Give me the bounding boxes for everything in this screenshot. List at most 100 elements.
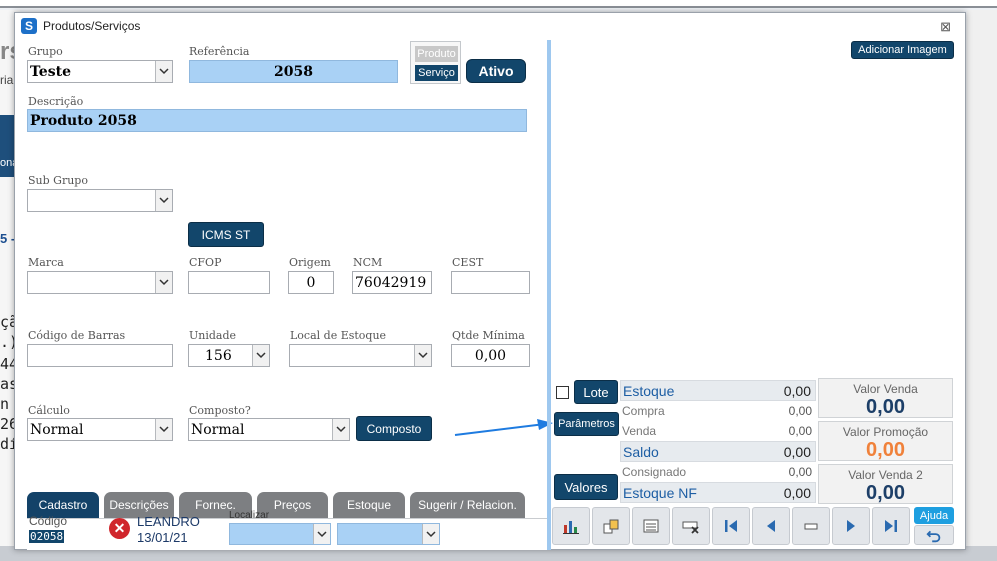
valor-promocao-box: Valor Promoção 0,00 — [818, 421, 953, 461]
valor-venda-label: Valor Venda — [853, 382, 918, 396]
lote-checkbox[interactable] — [556, 386, 569, 399]
codigo-value: 02058 — [29, 530, 65, 543]
cfop-label: CFOP — [189, 256, 222, 269]
stat-value: 0,00 — [788, 404, 812, 418]
descricao-field[interactable]: Produto 2058 — [27, 109, 527, 132]
stat-value: 0,00 — [783, 443, 811, 460]
tab-estoque[interactable]: Estoque — [333, 492, 405, 518]
produtos-servicos-window: S Produtos/Serviços ⊠ Grupo Teste Referê… — [14, 12, 966, 550]
qtde-minima-field[interactable]: 0,00 — [451, 344, 530, 367]
ativo-status-button[interactable]: Ativo — [466, 59, 526, 83]
local-estoque-select[interactable] — [289, 344, 432, 367]
undo-icon[interactable] — [914, 525, 954, 545]
next-record-icon[interactable] — [832, 507, 870, 545]
sub-grupo-select[interactable] — [27, 189, 173, 212]
localizar-value-select[interactable] — [337, 523, 440, 545]
app-logo-icon: S — [21, 18, 37, 34]
produto-option[interactable]: Produto — [415, 46, 458, 62]
error-icon: ✕ — [109, 518, 130, 539]
marca-select[interactable] — [27, 271, 173, 294]
qtde-minima-label: Qtde Mínima — [452, 329, 525, 342]
valor-promocao-value: 0,00 — [866, 439, 905, 461]
bar-chart-icon[interactable] — [552, 507, 590, 545]
stop-record-icon[interactable] — [792, 507, 830, 545]
composto-select[interactable]: Normal — [188, 418, 350, 441]
chevron-down-icon[interactable] — [414, 345, 431, 366]
sub-grupo-label: Sub Grupo — [28, 174, 88, 187]
chevron-down-icon[interactable] — [155, 419, 172, 440]
qtde-minima-value: 0,00 — [474, 347, 507, 364]
unidade-label: Unidade — [189, 329, 237, 342]
user-name: LEANDRO — [137, 514, 200, 529]
codigo-barras-label: Código de Barras — [28, 329, 126, 342]
chevron-down-icon[interactable] — [313, 524, 330, 544]
title-bar[interactable]: S Produtos/Serviços ⊠ — [15, 13, 965, 39]
chevron-down-icon[interactable] — [155, 272, 172, 293]
marca-label: Marca — [28, 256, 64, 269]
unidade-select[interactable]: 156 — [188, 344, 270, 367]
ajuda-button[interactable]: Ajuda — [914, 507, 954, 524]
origem-label: Origem — [289, 256, 331, 269]
copy-record-icon[interactable] — [592, 507, 630, 545]
localizar-select[interactable] — [229, 523, 331, 545]
clear-filter-icon[interactable] — [672, 507, 710, 545]
user-date: 13/01/21 — [137, 530, 188, 545]
chevron-down-icon[interactable] — [155, 190, 172, 211]
valor-venda-box: Valor Venda 0,00 — [818, 378, 953, 418]
last-record-icon[interactable] — [872, 507, 910, 545]
compra-row: Compra 0,00 — [620, 401, 816, 421]
valor-venda-value: 0,00 — [866, 396, 905, 418]
cfop-field[interactable] — [188, 271, 270, 294]
stat-label: Estoque — [623, 382, 675, 399]
stat-value: 0,00 — [788, 465, 812, 479]
codigo-label: Código — [29, 514, 68, 528]
chevron-down-icon[interactable] — [332, 419, 349, 440]
stat-value: 0,00 — [783, 484, 811, 501]
cest-field[interactable] — [451, 271, 530, 294]
estoque-row: Estoque 0,00 — [620, 380, 816, 401]
background-app-bar — [0, 0, 997, 8]
icms-st-button[interactable]: ICMS ST — [188, 222, 264, 247]
descricao-label: Descrição — [28, 95, 84, 108]
codigo-barras-field[interactable] — [27, 344, 173, 367]
unidade-value: 156 — [205, 347, 232, 364]
stat-label: Consignado — [622, 465, 687, 479]
stat-value: 0,00 — [788, 424, 812, 438]
annotation-arrow-icon — [454, 419, 553, 436]
tab-sugerir-relacion[interactable]: Sugerir / Relacion. — [410, 492, 525, 518]
composto-button[interactable]: Composto — [356, 416, 432, 441]
servico-option[interactable]: Serviço — [415, 65, 458, 81]
adicionar-imagem-button[interactable]: Adicionar Imagem — [851, 41, 954, 59]
grupo-select[interactable]: Teste — [27, 60, 173, 83]
stat-label: Saldo — [623, 443, 659, 460]
estoque-nf-row: Estoque NF 0,00 — [620, 482, 816, 503]
lote-button[interactable]: Lote — [574, 380, 618, 404]
referencia-field[interactable]: 2058 — [189, 60, 398, 83]
chevron-down-icon[interactable] — [155, 61, 172, 82]
parametros-button[interactable]: Parâmetros — [554, 412, 619, 436]
valor-venda-2-box: Valor Venda 2 0,00 — [818, 464, 953, 504]
descricao-value: Produto 2058 — [30, 112, 137, 129]
list-view-icon[interactable] — [632, 507, 670, 545]
ncm-value: 76042919 — [355, 274, 427, 291]
previous-record-icon[interactable] — [752, 507, 790, 545]
background-right-panel — [967, 10, 997, 561]
background-text: 5 - — [0, 231, 16, 246]
composto-label: Composto? — [189, 404, 251, 417]
chevron-down-icon[interactable] — [252, 345, 269, 366]
ncm-field[interactable]: 76042919 — [352, 271, 432, 294]
background-text: ria — [0, 73, 14, 87]
close-button[interactable]: ⊠ — [940, 19, 951, 35]
saldo-row: Saldo 0,00 — [620, 441, 816, 462]
ajuda-group: Ajuda — [914, 507, 954, 545]
calculo-select[interactable]: Normal — [27, 418, 173, 441]
composto-value: Normal — [191, 421, 245, 438]
first-record-icon[interactable] — [712, 507, 750, 545]
stat-label: Venda — [622, 424, 657, 438]
chevron-down-icon[interactable] — [422, 524, 439, 544]
localizar-label: Localizar — [229, 510, 270, 521]
valor-promocao-label: Valor Promoção — [842, 425, 929, 439]
valores-button[interactable]: Valores — [554, 474, 618, 500]
cest-label: CEST — [452, 256, 484, 269]
origem-field[interactable]: 0 — [288, 271, 334, 294]
